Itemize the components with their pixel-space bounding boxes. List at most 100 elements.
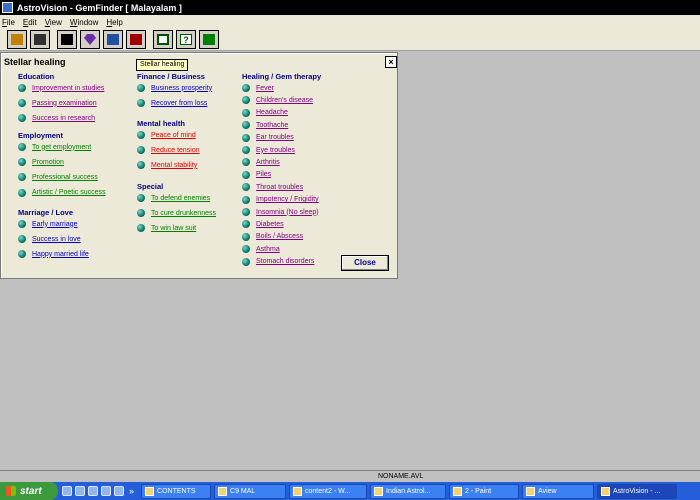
people-button[interactable]	[103, 30, 123, 49]
option-link[interactable]: Boils / Abscess	[242, 232, 303, 241]
option-label[interactable]: Asthma	[256, 246, 280, 253]
taskbar-task[interactable]: C9 MAL	[214, 483, 287, 499]
option-label[interactable]: Happy married life	[32, 251, 89, 258]
option-label[interactable]: Stomach disorders	[256, 258, 314, 265]
option-link[interactable]: To defend enemies	[137, 194, 210, 202]
option-label[interactable]: Improvement in studies	[32, 85, 104, 92]
option-link[interactable]: Business prosperity	[137, 84, 212, 92]
option-label[interactable]: Arthritis	[256, 159, 280, 166]
gem-button[interactable]	[80, 30, 100, 49]
media-icon[interactable]	[101, 486, 111, 496]
option-label[interactable]: Success in research	[32, 115, 95, 122]
menu-help[interactable]: Help	[106, 18, 122, 27]
mail-icon[interactable]	[88, 486, 98, 496]
option-label[interactable]: Throat troubles	[256, 184, 303, 191]
option-link[interactable]: Mental stability	[137, 161, 197, 170]
option-link[interactable]: To get employment	[18, 143, 91, 151]
option-link[interactable]: Happy married life	[18, 250, 89, 259]
option-link[interactable]: Passing examination	[18, 99, 97, 108]
help-button[interactable]: ?	[176, 30, 196, 49]
option-link[interactable]: Arthritis	[242, 158, 280, 167]
option-link[interactable]: Toothache	[242, 121, 288, 130]
option-link[interactable]: Artistic / Poetic success	[18, 188, 106, 197]
option-link[interactable]: Throat troubles	[242, 183, 303, 192]
browser-icon[interactable]	[62, 486, 72, 496]
option-label[interactable]: Business prosperity	[151, 85, 212, 92]
save-button[interactable]	[30, 30, 50, 49]
taskbar-task[interactable]: 2 - Paint	[449, 483, 520, 499]
option-link[interactable]: To cure drunkenness	[137, 209, 216, 218]
person-button[interactable]	[57, 30, 77, 49]
option-label[interactable]: Peace of mind	[151, 132, 196, 139]
option-link[interactable]: Recover from loss	[137, 99, 207, 108]
option-link[interactable]: Stomach disorders	[242, 257, 314, 266]
option-label[interactable]: To defend enemies	[151, 195, 210, 202]
option-label[interactable]: Fever	[256, 85, 274, 92]
bullet-icon	[18, 84, 26, 92]
option-link[interactable]: Insomnia (No sleep)	[242, 208, 319, 216]
option-link[interactable]: Children's disease	[242, 96, 313, 105]
desktop-icon[interactable]	[75, 486, 85, 496]
option-link[interactable]: Promotion	[18, 158, 64, 167]
monitor-gem-button[interactable]	[126, 30, 146, 49]
option-label[interactable]: Promotion	[32, 159, 64, 166]
option-link[interactable]: Diabetes	[242, 220, 284, 229]
option-label[interactable]: Diabetes	[256, 221, 284, 228]
option-label[interactable]: Piles	[256, 171, 271, 178]
exit-button[interactable]	[199, 30, 219, 49]
option-link[interactable]: Impotency / Frigidity	[242, 195, 319, 204]
option-label[interactable]: To get employment	[32, 144, 91, 151]
option-label[interactable]: Passing examination	[32, 100, 97, 107]
option-link[interactable]: Early marriage	[18, 220, 78, 228]
option-link[interactable]: Headache	[242, 108, 288, 117]
option-link[interactable]: Asthma	[242, 245, 280, 254]
option-label[interactable]: Reduce tension	[151, 147, 200, 154]
option-link[interactable]: Improvement in studies	[18, 84, 104, 92]
option-link[interactable]: Ear troubles	[242, 133, 294, 142]
document-button[interactable]	[153, 30, 173, 49]
option-label[interactable]: Boils / Abscess	[256, 233, 303, 240]
panel-close-button[interactable]: ×	[385, 56, 397, 68]
help-icon: ?	[180, 34, 192, 45]
app-shortcut-icon[interactable]	[114, 486, 124, 496]
option-label[interactable]: Professional success	[32, 174, 98, 181]
taskbar-task[interactable]: content2 - W...	[289, 483, 368, 499]
option-label[interactable]: Headache	[256, 109, 288, 116]
option-label[interactable]: Recover from loss	[151, 100, 207, 107]
taskbar-task[interactable]: Aview	[522, 483, 595, 499]
menu-view[interactable]: View	[45, 18, 62, 27]
option-label[interactable]: To cure drunkenness	[151, 210, 216, 217]
taskbar-task[interactable]: CONTENTS	[141, 483, 212, 499]
option-link[interactable]: To win law suit	[137, 224, 196, 233]
option-link[interactable]: Reduce tension	[137, 146, 200, 155]
option-link[interactable]: Peace of mind	[137, 131, 196, 139]
chevron-right-icon[interactable]: »	[129, 486, 134, 496]
close-button[interactable]: Close	[341, 255, 389, 271]
option-link[interactable]: Success in love	[18, 235, 81, 244]
option-label[interactable]: Mental stability	[151, 162, 197, 169]
menu-window[interactable]: Window	[70, 18, 98, 27]
taskbar-task[interactable]: Indian Astrol...	[370, 483, 447, 499]
option-label[interactable]: Eye troubles	[256, 147, 295, 154]
taskbar-task[interactable]: AstroVision - ...	[597, 483, 678, 499]
option-link[interactable]: Piles	[242, 170, 271, 179]
open-folder-button[interactable]	[7, 30, 27, 49]
option-link[interactable]: Eye troubles	[242, 146, 295, 154]
option-label[interactable]: Impotency / Frigidity	[256, 196, 319, 203]
menu-file[interactable]: File	[2, 18, 15, 27]
option-label[interactable]: Early marriage	[32, 221, 78, 228]
option-label[interactable]: Ear troubles	[256, 134, 294, 141]
option-label[interactable]: Children's disease	[256, 97, 313, 104]
option-link[interactable]: Fever	[242, 84, 274, 92]
option-label[interactable]: Success in love	[32, 236, 81, 243]
option-label[interactable]: Artistic / Poetic success	[32, 189, 106, 196]
option-link[interactable]: Professional success	[18, 173, 98, 182]
task-icon	[453, 486, 463, 496]
option-link[interactable]: Success in research	[18, 114, 95, 123]
menu-edit[interactable]: Edit	[23, 18, 37, 27]
option-label[interactable]: Toothache	[256, 122, 288, 129]
start-button[interactable]: start	[0, 482, 58, 500]
option-label[interactable]: To win law suit	[151, 225, 196, 232]
window-title-bar[interactable]: AstroVision - GemFinder [ Malayalam ]	[0, 0, 700, 15]
option-label[interactable]: Insomnia (No sleep)	[256, 209, 319, 216]
